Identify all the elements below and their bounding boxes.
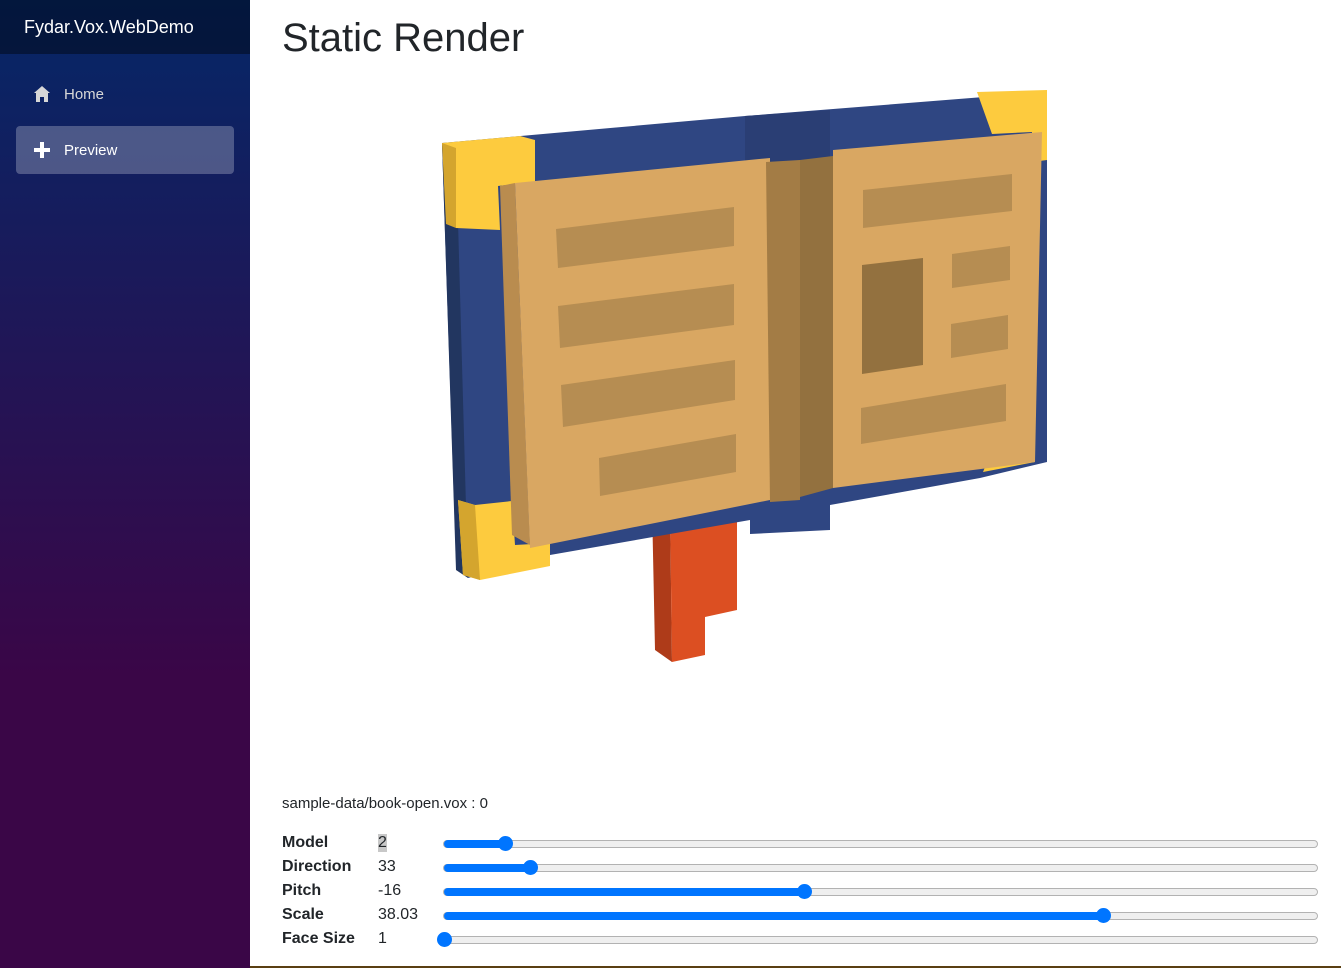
control-value: 38.03: [378, 906, 419, 923]
spine-left: [766, 160, 800, 502]
control-label: Direction: [282, 858, 352, 875]
control-model: Model 2: [282, 832, 1322, 856]
main-content: Static Render sample-data/book-open.vox …: [250, 0, 1341, 968]
nav-item-preview[interactable]: Preview: [16, 126, 234, 174]
pitch-slider[interactable]: [443, 884, 1318, 899]
slider-thumb[interactable]: [796, 884, 812, 899]
nav-menu: Home Preview: [0, 54, 250, 174]
slider-fill: [444, 864, 530, 872]
file-index: 0: [479, 795, 488, 812]
cover-spine-block: [745, 110, 830, 165]
control-value: -16: [378, 882, 402, 899]
control-value: 33: [378, 858, 396, 875]
model-slider[interactable]: [443, 836, 1318, 851]
control-label: Pitch: [282, 882, 322, 899]
slider-fill: [444, 840, 506, 848]
brand-bar: Fydar.Vox.WebDemo: [0, 0, 250, 54]
file-separator: :: [467, 795, 480, 812]
nav-item-home[interactable]: Home: [16, 70, 234, 118]
slider-thumb[interactable]: [498, 836, 514, 851]
slider-fill: [444, 912, 1104, 920]
control-scale: Scale 38.03: [282, 904, 1322, 928]
control-value: 2: [378, 834, 387, 852]
slider-thumb[interactable]: [437, 932, 452, 947]
face-size-slider[interactable]: [437, 932, 1318, 947]
slider-fill: [444, 888, 804, 896]
control-face-size: Face Size 1: [282, 928, 1322, 952]
plus-icon: [32, 140, 52, 160]
direction-slider[interactable]: [443, 860, 1318, 875]
control-direction: Direction 33: [282, 856, 1322, 880]
control-pitch: Pitch -16: [282, 880, 1322, 904]
slider-thumb[interactable]: [522, 860, 538, 875]
file-label: sample-data/book-open.vox : 0: [282, 795, 488, 812]
control-label: Model: [282, 834, 329, 851]
page-title: Static Render: [282, 16, 525, 60]
scale-slider[interactable]: [443, 908, 1318, 923]
control-label: Face Size: [282, 930, 355, 947]
render-controls: Model 2 Direction 33 Pitch -16 Scale 38.…: [282, 832, 1322, 952]
slider-thumb[interactable]: [1096, 908, 1112, 923]
control-label: Scale: [282, 906, 324, 923]
home-icon: [32, 84, 52, 104]
spine-right: [800, 156, 833, 497]
nav-item-label: Home: [64, 85, 105, 103]
brand-link[interactable]: Fydar.Vox.WebDemo: [24, 17, 194, 38]
nav-item-label: Preview: [64, 141, 118, 159]
sidebar: Fydar.Vox.WebDemo Home Preview: [0, 0, 250, 968]
file-path: sample-data/book-open.vox: [282, 795, 468, 812]
voxel-render: [442, 90, 1047, 662]
corner-top-left-side: [442, 143, 456, 228]
control-value: 1: [378, 930, 387, 947]
picture-block: [862, 258, 923, 374]
